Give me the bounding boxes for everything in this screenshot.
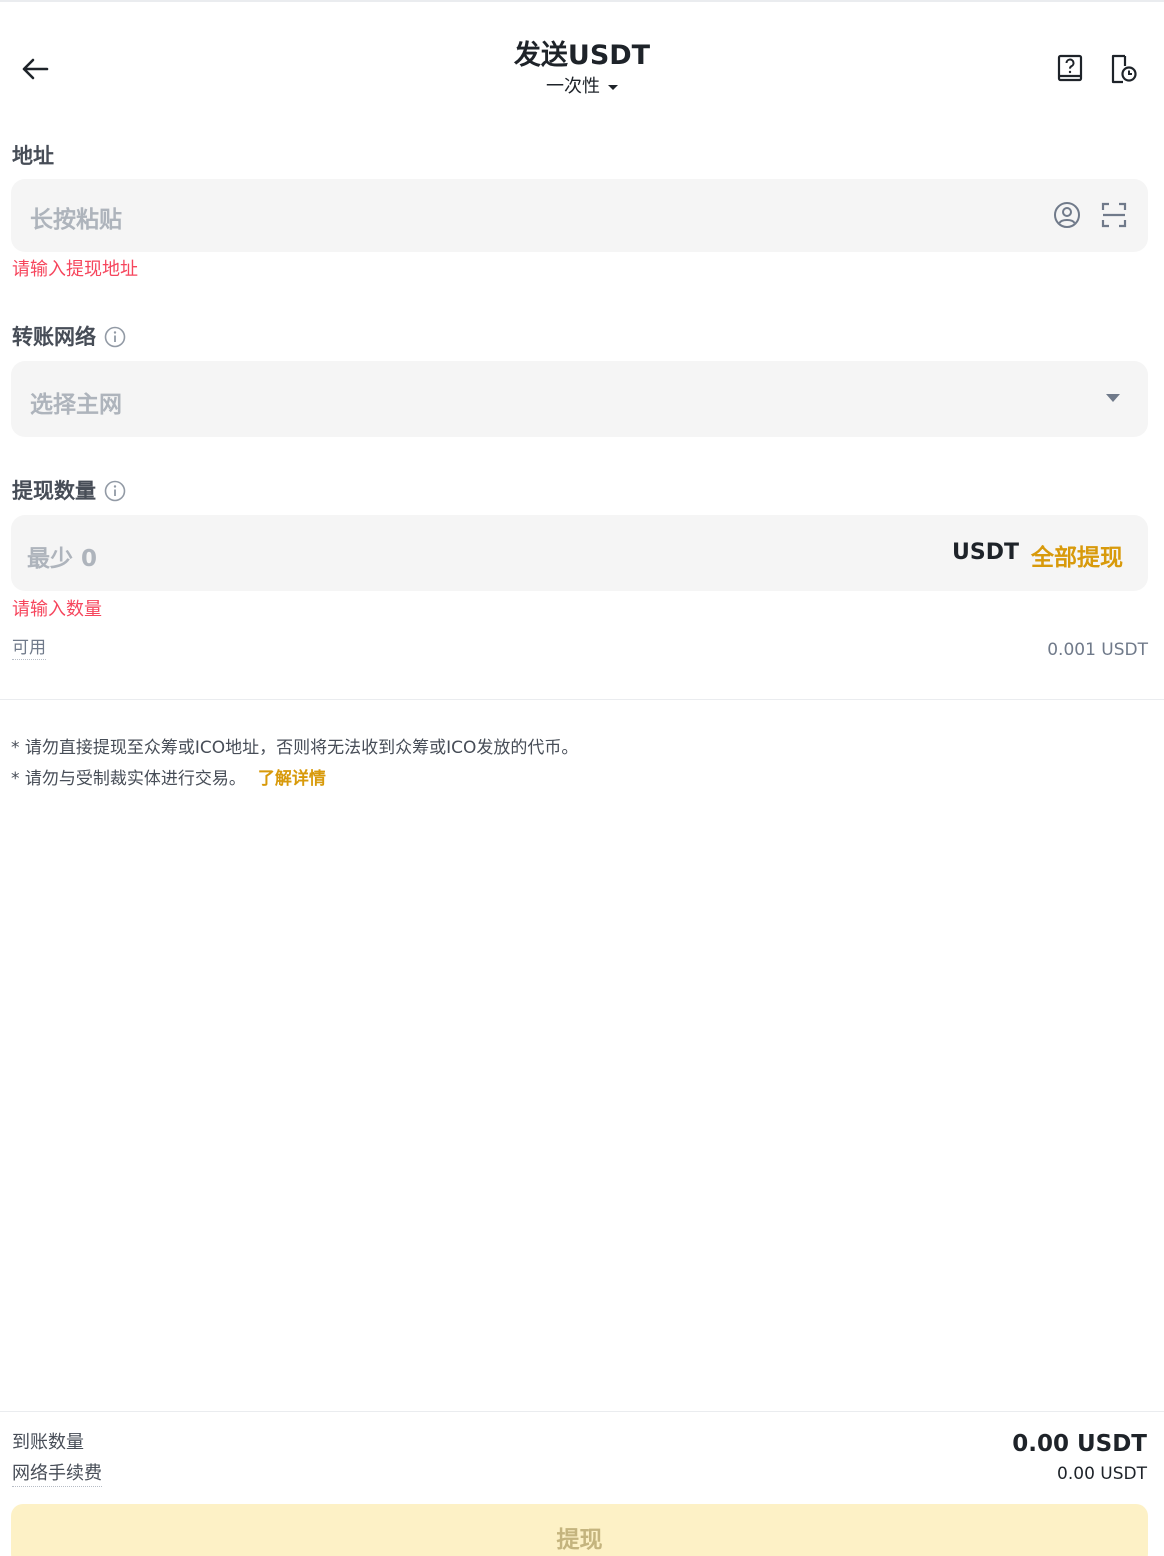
address-input[interactable]: 长按粘贴 [11, 179, 1148, 252]
contact-icon [1054, 202, 1080, 228]
amount-label: 提现数量 [12, 477, 126, 505]
notice-ico: * 请勿直接提现至众筹或ICO地址，否则将无法收到众筹或ICO发放的代币。 [11, 738, 579, 758]
section-divider [0, 699, 1164, 700]
available-value: 0.001 USDT [1047, 640, 1148, 660]
amount-info-icon[interactable] [104, 480, 126, 502]
amount-placeholder: 最少 0 [27, 546, 98, 572]
help-book-icon [1057, 54, 1083, 82]
network-fee-label[interactable]: 网络手续费 [12, 1462, 102, 1487]
address-label-text: 地址 [12, 144, 54, 168]
footer-divider [0, 1411, 1164, 1412]
amount-error: 请输入数量 [12, 599, 102, 620]
withdraw-all-button[interactable]: 全部提现 [1031, 538, 1123, 572]
page-title: 发送USDT [513, 40, 651, 71]
scan-qr-button[interactable] [1099, 200, 1129, 230]
withdraw-page: 发送USDT 一次性 地址 长按粘贴 请输入提现地址 转账网络 选择主网 提现数… [0, 0, 1164, 1556]
network-fee-value: 0.00 USDT [1057, 1464, 1147, 1484]
history-icon [1111, 54, 1137, 84]
learn-more-link[interactable]: 了解详情 [258, 769, 326, 789]
scan-icon [1101, 202, 1127, 228]
withdraw-submit-button[interactable]: 提现 [11, 1504, 1148, 1556]
withdraw-type-label: 一次性 [546, 76, 600, 97]
header: 发送USDT 一次性 [0, 0, 1164, 120]
help-button[interactable] [1053, 52, 1087, 86]
address-book-button[interactable] [1052, 200, 1082, 230]
network-select[interactable]: 选择主网 [11, 361, 1148, 437]
network-placeholder: 选择主网 [30, 392, 122, 418]
address-label: 地址 [12, 142, 54, 170]
receive-amount-value: 0.00 USDT [1012, 1431, 1147, 1457]
amount-label-text: 提现数量 [12, 479, 96, 503]
network-label-text: 转账网络 [12, 325, 96, 349]
title-group: 发送USDT 一次性 [0, 38, 1164, 99]
notice-sanctions-text: * 请勿与受制裁实体进行交易。 [11, 769, 246, 789]
available-label[interactable]: 可用 [12, 637, 46, 660]
address-placeholder: 长按粘贴 [30, 207, 122, 233]
receive-amount-label: 到账数量 [12, 1432, 84, 1453]
dropdown-caret-icon [1106, 394, 1120, 402]
network-label: 转账网络 [12, 323, 126, 351]
amount-unit: USDT [952, 540, 1019, 565]
withdraw-type-selector[interactable]: 一次性 [546, 75, 618, 99]
withdraw-submit-label: 提现 [556, 1527, 603, 1553]
history-button[interactable] [1107, 52, 1141, 86]
network-info-icon[interactable] [104, 326, 126, 348]
notice-sanctions: * 请勿与受制裁实体进行交易。 了解详情 [11, 767, 326, 791]
caret-down-icon [608, 84, 618, 90]
address-error: 请输入提现地址 [12, 259, 138, 280]
amount-input[interactable]: 最少 0 USDT 全部提现 [11, 515, 1148, 591]
